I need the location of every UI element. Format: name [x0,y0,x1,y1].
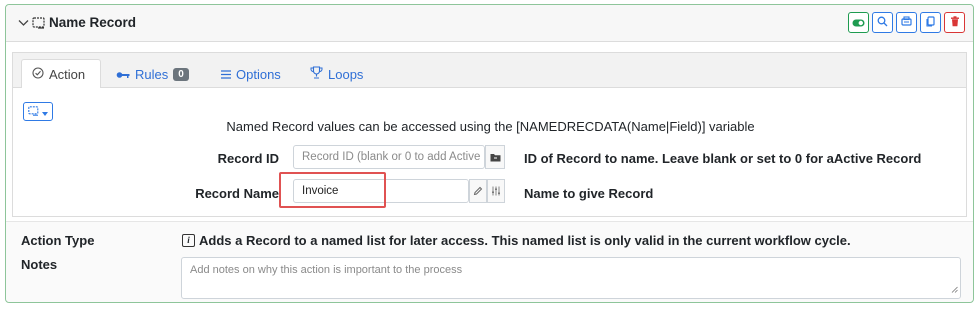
tab-options[interactable]: Options [221,61,281,87]
action-type-description-text: Adds a Record to a named list for later … [199,233,851,248]
tab-rules-label: Rules [135,66,169,82]
action-type-label: Action Type [21,233,95,248]
action-type-description: i Adds a Record to a named list for late… [182,233,851,248]
notes-textarea[interactable]: Add notes on why this action is importan… [181,257,961,299]
card-header: Name Record [6,5,973,42]
menu-icon [221,67,231,82]
check-circle-icon [32,66,44,82]
notes-label: Notes [21,257,58,272]
info-text: Named Record values can be accessed usin… [226,119,755,134]
rules-count-badge: 0 [173,67,189,81]
trophy-icon [310,66,323,82]
print-icon [901,15,912,30]
toggle-button[interactable] [848,12,869,33]
action-card: Name Record Action Rules 0 Options Loops… [5,4,974,303]
tab-action[interactable]: Action [21,59,101,88]
delete-button[interactable] [944,12,965,33]
action-tab-content: Named Record values can be accessed usin… [13,88,966,216]
trash-icon [950,15,960,30]
record-id-label: Record ID [217,151,279,166]
copy-icon [925,15,936,30]
variables-button[interactable] [487,179,505,203]
search-button[interactable] [872,12,893,33]
tab-panel: Action Rules 0 Options Loops Named Recor… [12,52,967,217]
record-icon [28,104,40,119]
record-name-label: Record Name [195,186,279,201]
print-button[interactable] [896,12,917,33]
search-icon [877,15,888,30]
folder-icon [490,150,501,165]
record-icon [32,16,46,29]
key-icon [116,67,130,82]
card-title-text: Name Record [49,15,137,30]
caret-down-icon [42,104,48,119]
action-details: Action Type i Adds a Record to a named l… [6,221,973,302]
record-id-help: ID of Record to name. Leave blank or set… [524,151,922,166]
chevron-down-icon[interactable] [18,19,29,27]
info-icon: i [182,234,195,247]
tab-loops[interactable]: Loops [310,61,363,87]
record-name-help: Name to give Record [524,186,654,201]
edit-value-button[interactable] [469,179,487,203]
pencil-icon [473,184,483,199]
tab-action-label: Action [49,66,86,82]
resize-handle-icon[interactable] [951,284,958,296]
tab-loops-label: Loops [328,66,364,82]
highlight-box [279,172,386,208]
sliders-icon [491,184,501,199]
notes-placeholder: Add notes on why this action is importan… [190,264,463,276]
tab-rules[interactable]: Rules 0 [116,61,189,87]
copy-button[interactable] [920,12,941,33]
browse-record-button[interactable] [485,145,505,169]
card-toolbar [848,12,965,33]
card-title[interactable]: Name Record [18,15,136,30]
tab-options-label: Options [236,66,281,82]
tab-bar: Action Rules 0 Options Loops [13,53,966,88]
toggle-icon [852,15,865,30]
record-id-input[interactable]: Record ID (blank or 0 to add Active [293,145,485,169]
